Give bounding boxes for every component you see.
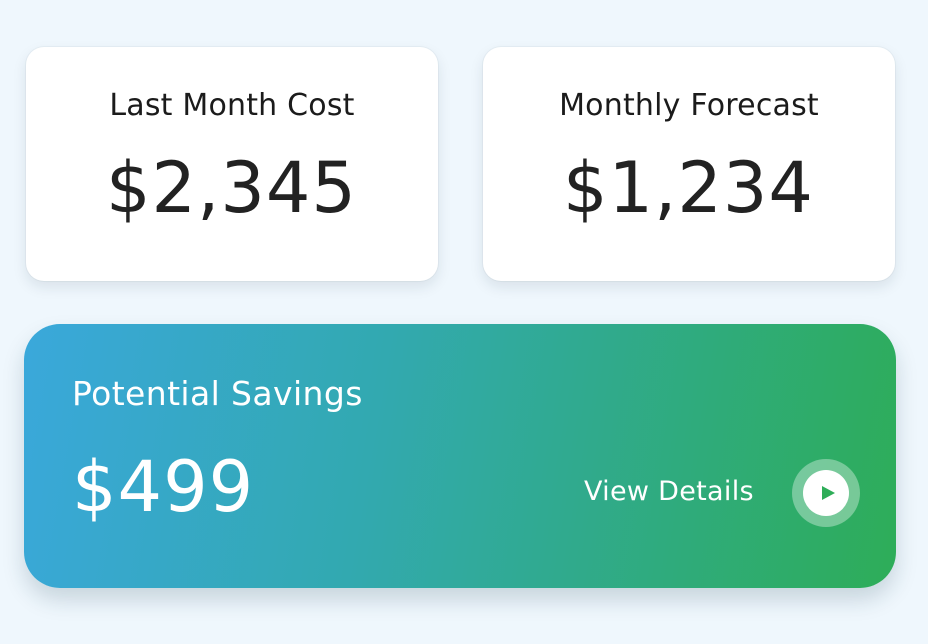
last-month-cost-card: Last Month Cost $2,345 — [26, 47, 438, 281]
play-button[interactable] — [792, 459, 860, 527]
card-title: Last Month Cost — [109, 88, 355, 123]
savings-value: $499 — [72, 446, 255, 528]
savings-title: Potential Savings — [72, 374, 363, 413]
view-details-label: View Details — [584, 475, 754, 507]
play-button-inner — [803, 470, 849, 516]
card-title: Monthly Forecast — [559, 88, 819, 123]
card-value: $1,234 — [563, 147, 814, 229]
play-icon — [821, 486, 835, 500]
monthly-forecast-card: Monthly Forecast $1,234 — [483, 47, 895, 281]
view-details-button[interactable]: View Details — [584, 459, 860, 527]
potential-savings-card: Potential Savings $499 View Details — [24, 324, 896, 588]
card-value: $2,345 — [106, 147, 357, 229]
